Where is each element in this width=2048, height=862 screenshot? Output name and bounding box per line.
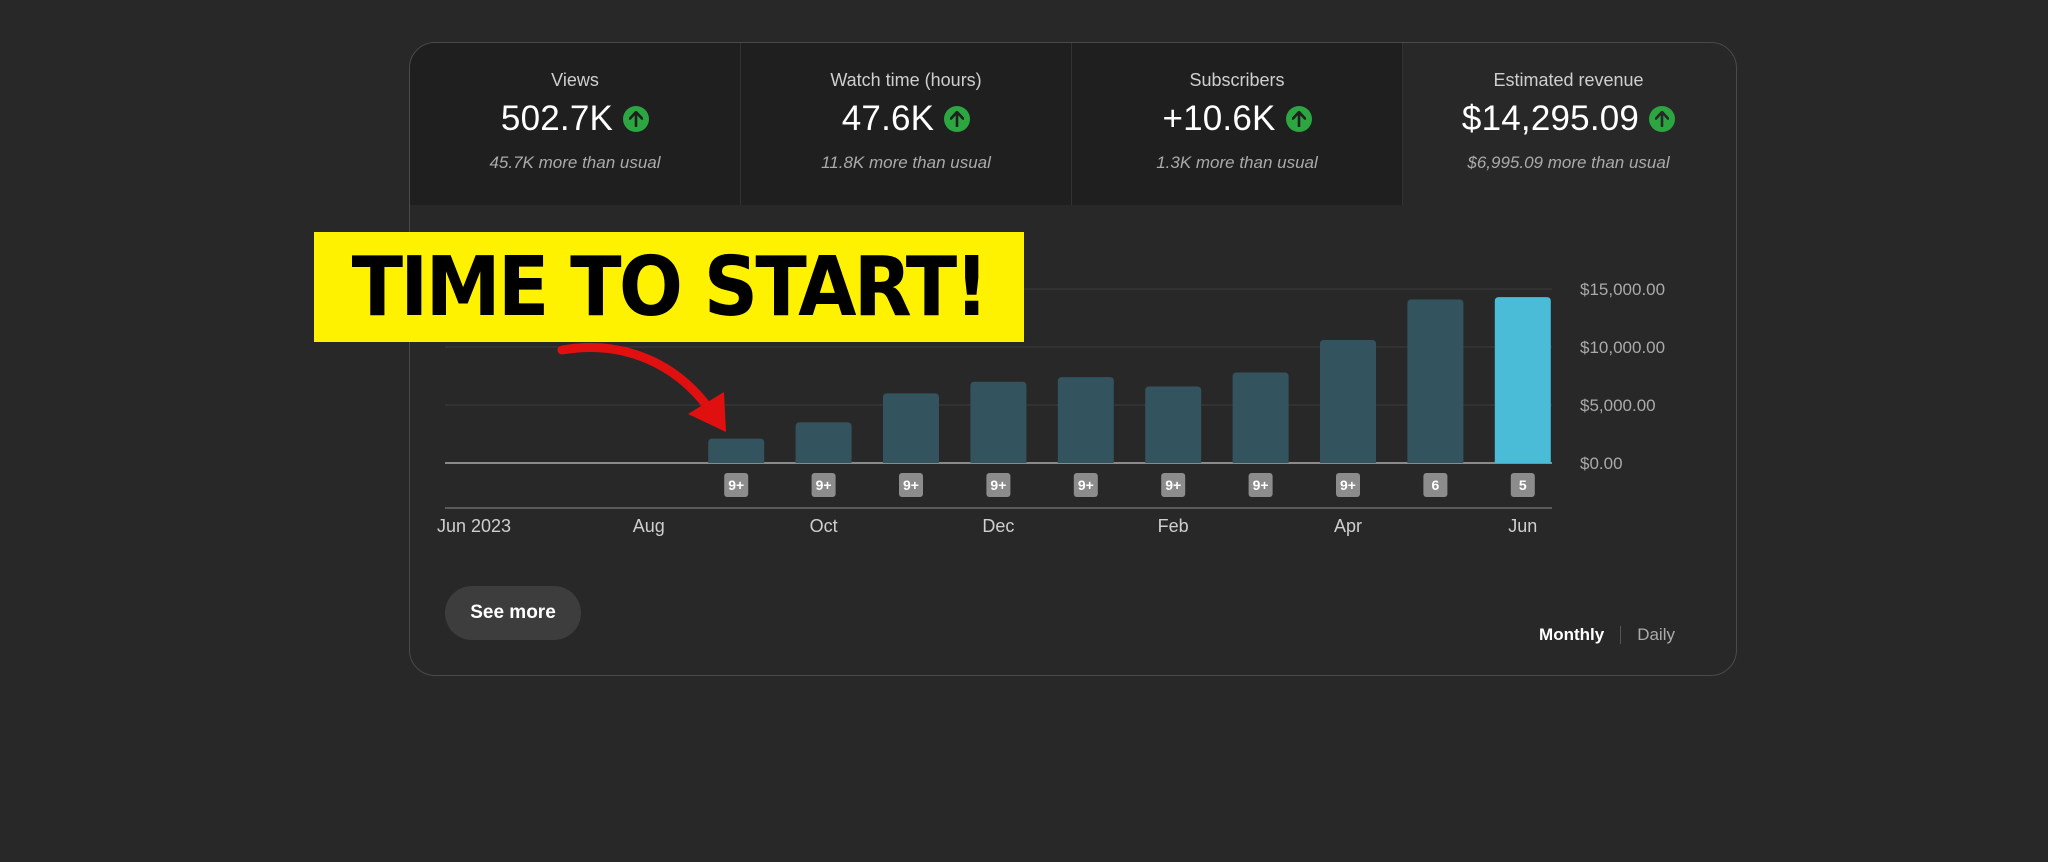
bar-badge-label: 9+ (903, 477, 919, 493)
chart-bar (1407, 299, 1464, 463)
chart-bar (970, 381, 1027, 463)
x-tick-label: Oct (810, 516, 838, 536)
bar-badge-label: 5 (1519, 477, 1527, 493)
chart-bar (1057, 377, 1114, 463)
see-more-button[interactable]: See more (445, 586, 581, 640)
chart-bar (1145, 386, 1202, 463)
bar-badge-label: 6 (1432, 477, 1440, 493)
overlay-banner: TIME TO START! (314, 232, 1024, 342)
y-tick-label: $15,000.00 (1580, 280, 1665, 299)
bar-badge-label: 9+ (728, 477, 744, 493)
bar-badge-label: 9+ (1340, 477, 1356, 493)
x-tick-label: Jun 2023 (437, 516, 511, 536)
toggle-monthly[interactable]: Monthly (1539, 625, 1604, 645)
red-arrow-icon (557, 343, 726, 432)
chart-bar (708, 438, 765, 463)
y-tick-label: $0.00 (1580, 454, 1623, 473)
period-toggle: Monthly Daily (1539, 625, 1675, 645)
y-tick-label: $10,000.00 (1580, 338, 1665, 357)
x-tick-label: Dec (982, 516, 1014, 536)
bar-badge-label: 9+ (1165, 477, 1181, 493)
x-tick-label: Jun (1508, 516, 1537, 536)
bar-badge-label: 9+ (1253, 477, 1269, 493)
chart-bar (1494, 297, 1551, 463)
chart-bar (883, 393, 939, 463)
banner-text: TIME TO START! (351, 239, 989, 335)
chart-bar (795, 422, 852, 463)
toggle-divider (1620, 626, 1622, 644)
x-tick-label: Aug (633, 516, 665, 536)
x-tick-label: Apr (1334, 516, 1362, 536)
bar-badge-label: 9+ (816, 477, 832, 493)
chart-bar (1320, 340, 1376, 463)
y-tick-label: $5,000.00 (1580, 396, 1656, 415)
x-tick-label: Feb (1158, 516, 1189, 536)
toggle-daily[interactable]: Daily (1637, 625, 1675, 645)
bar-badge-label: 9+ (990, 477, 1006, 493)
chart-bar (1232, 372, 1289, 463)
bar-badge-label: 9+ (1078, 477, 1094, 493)
